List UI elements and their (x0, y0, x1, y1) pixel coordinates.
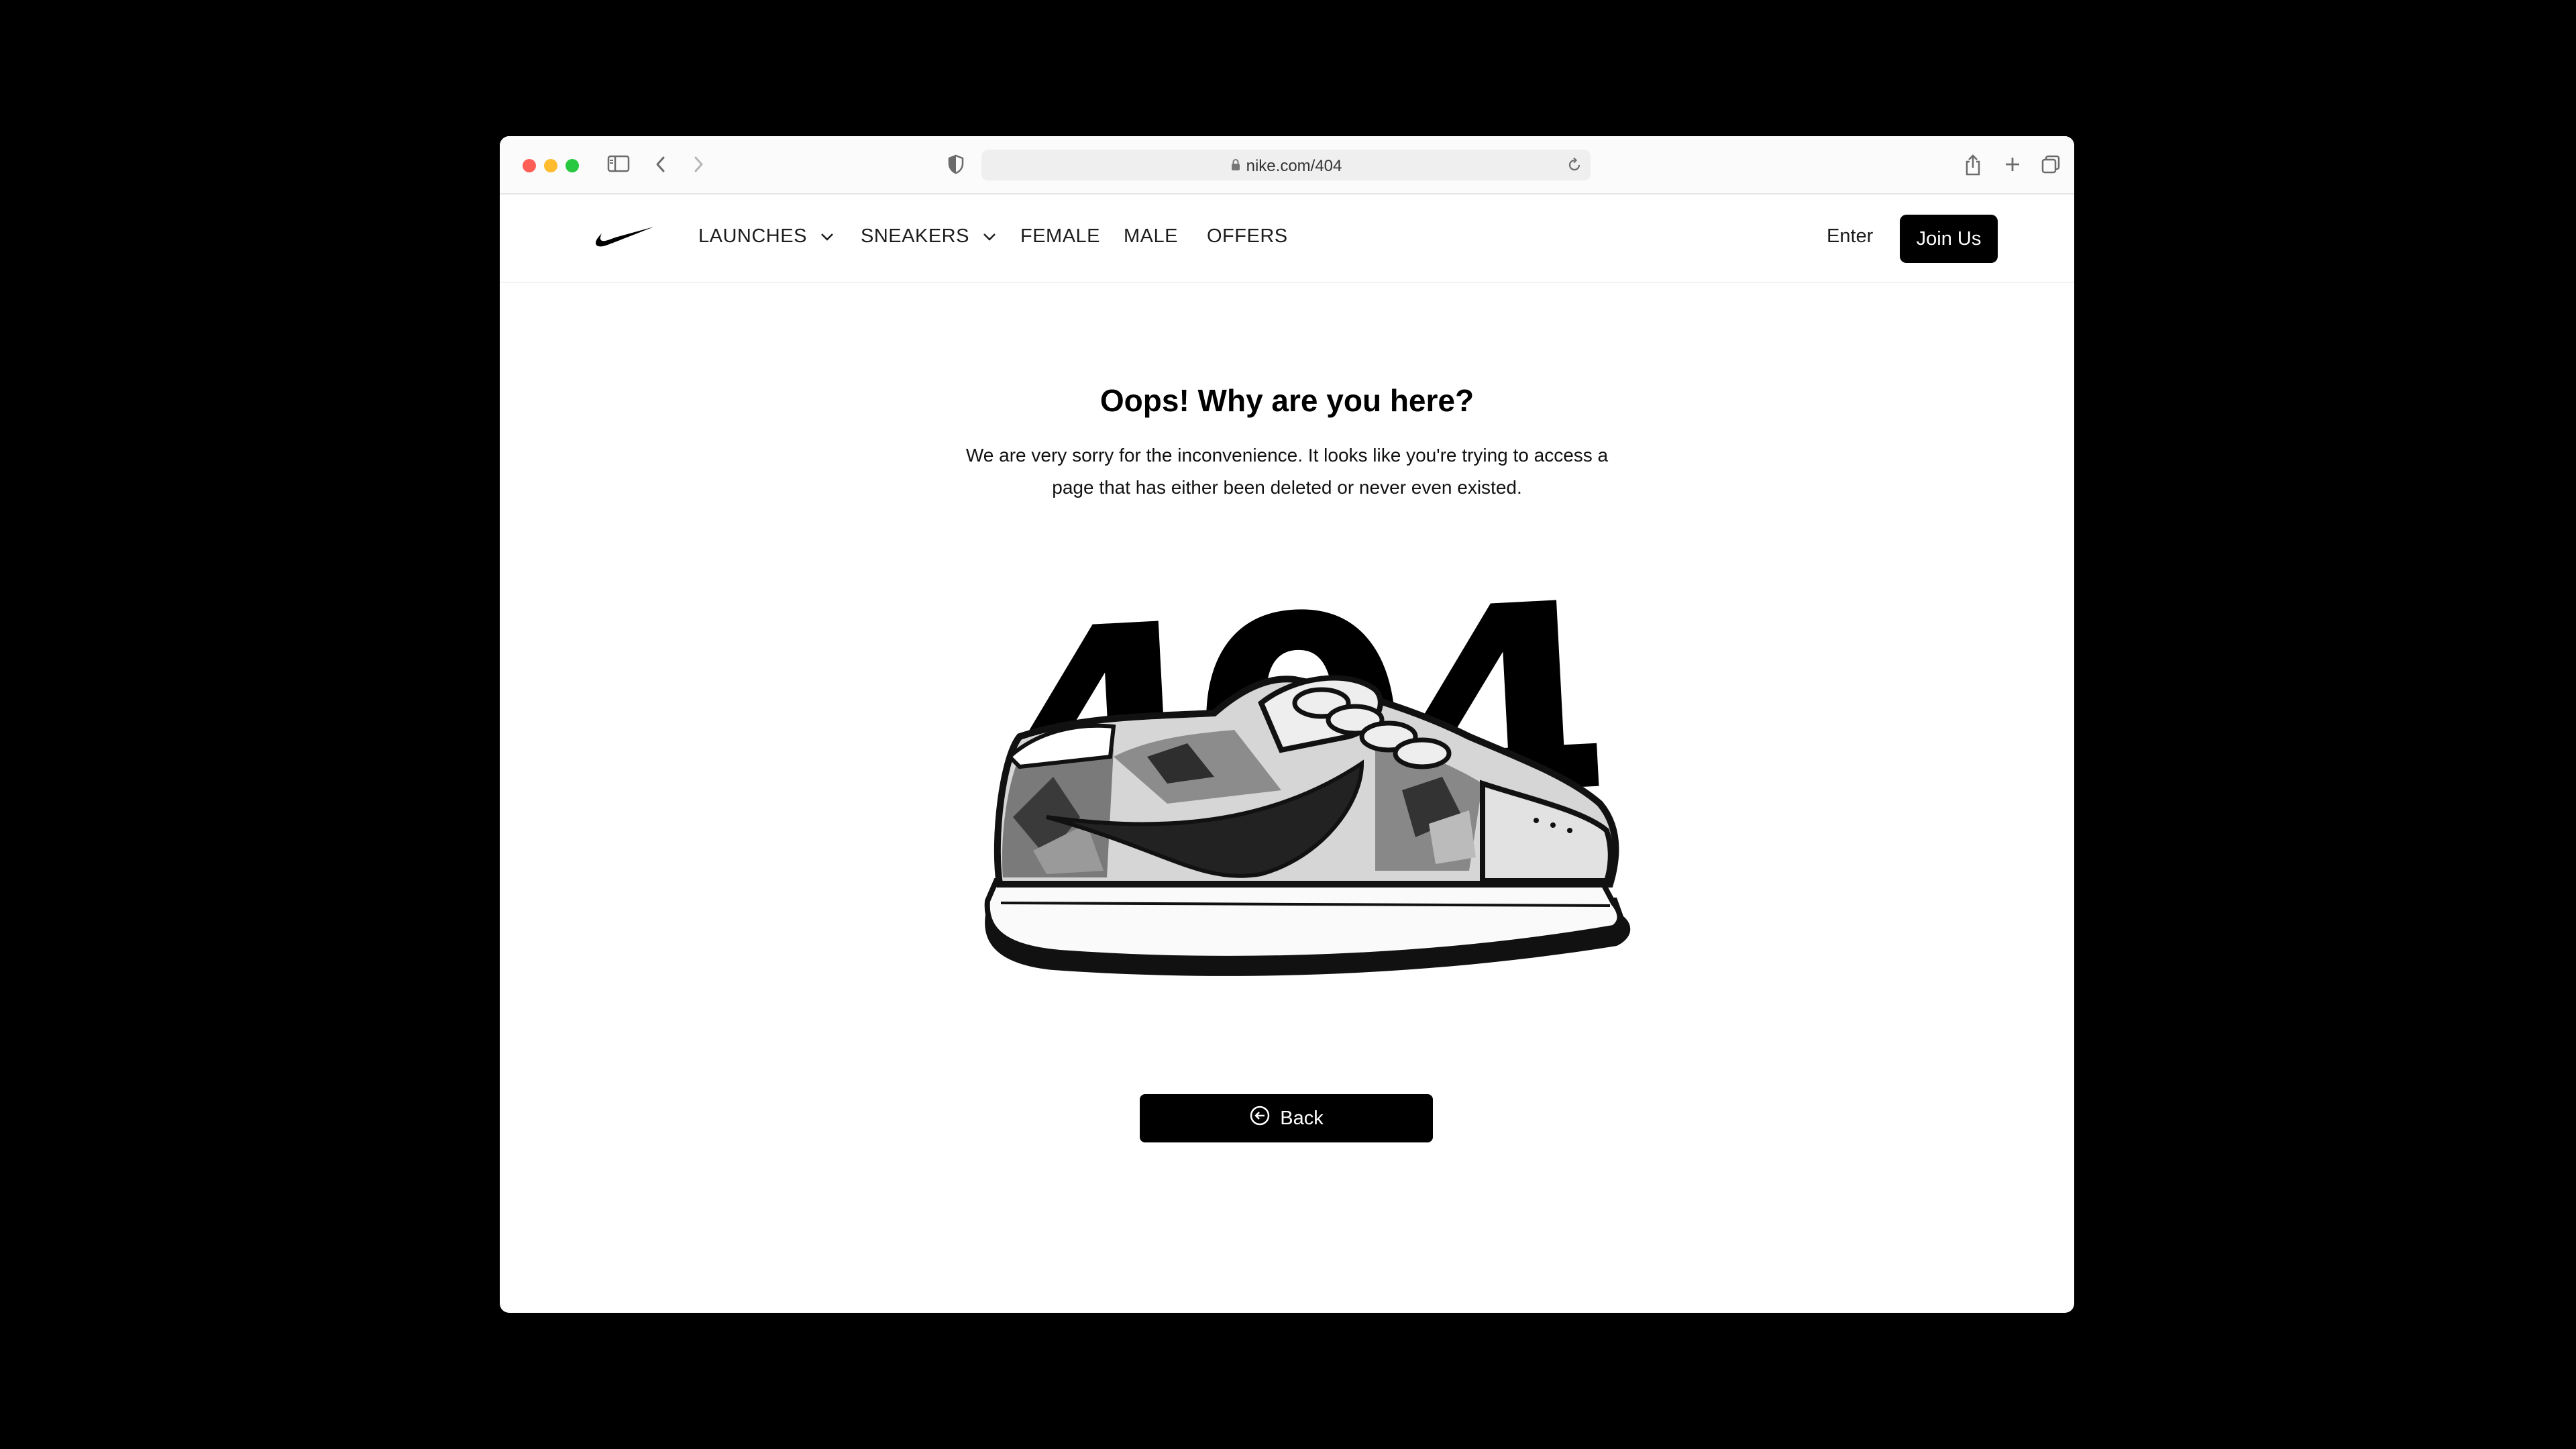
tabs-overview-icon[interactable] (2040, 154, 2061, 178)
browser-window: nike.com/404 LAUNCHES SNEAKERS FEMALE MA… (500, 136, 2074, 1313)
back-button-label: Back (1280, 1107, 1324, 1129)
error-description: We are very sorry for the inconvenience.… (965, 445, 1609, 498)
new-tab-icon[interactable] (2002, 154, 2023, 178)
lock-icon (1230, 158, 1241, 176)
shield-icon[interactable] (947, 154, 965, 178)
sidebar-icon[interactable] (607, 154, 630, 177)
minimize-window-button[interactable] (544, 159, 557, 172)
nav-item-label: SNEAKERS (861, 225, 969, 247)
error-illustration: 404 (983, 535, 1631, 976)
enter-link[interactable]: Enter (1827, 225, 1873, 248)
page-title: Oops! Why are you here? (1099, 383, 1474, 418)
nav-item-male[interactable]: MALE (1124, 225, 1178, 248)
maximize-window-button[interactable] (566, 159, 579, 172)
chevron-down-icon (819, 225, 835, 248)
nav-item-female[interactable]: FEMALE (1020, 225, 1100, 248)
browser-toolbar: nike.com/404 (500, 136, 2074, 195)
back-arrow-icon[interactable] (653, 154, 669, 178)
chevron-down-icon (981, 225, 998, 248)
nav-item-label: OFFERS (1207, 225, 1288, 247)
nav-item-sneakers[interactable]: SNEAKERS (861, 225, 998, 248)
back-button[interactable]: Back (1140, 1094, 1433, 1142)
nav-item-launches[interactable]: LAUNCHES (698, 225, 835, 248)
join-us-button[interactable]: Join Us (1900, 215, 1998, 263)
nav-item-label: LAUNCHES (698, 225, 807, 247)
share-icon[interactable] (1964, 154, 1982, 180)
reload-icon[interactable] (1566, 157, 1582, 176)
arrow-left-circle-icon (1249, 1105, 1271, 1132)
nav-item-offers[interactable]: OFFERS (1207, 225, 1288, 248)
site-header: LAUNCHES SNEAKERS FEMALE MALE OFFERS Ent… (500, 195, 2074, 283)
nike-swoosh-logo[interactable] (595, 225, 655, 252)
url-text: nike.com/404 (1246, 157, 1342, 175)
forward-arrow-icon[interactable] (690, 154, 706, 178)
address-bar[interactable]: nike.com/404 (981, 150, 1591, 180)
close-window-button[interactable] (523, 159, 536, 172)
nav-item-label: FEMALE (1020, 225, 1101, 247)
nav-item-label: MALE (1124, 225, 1178, 247)
